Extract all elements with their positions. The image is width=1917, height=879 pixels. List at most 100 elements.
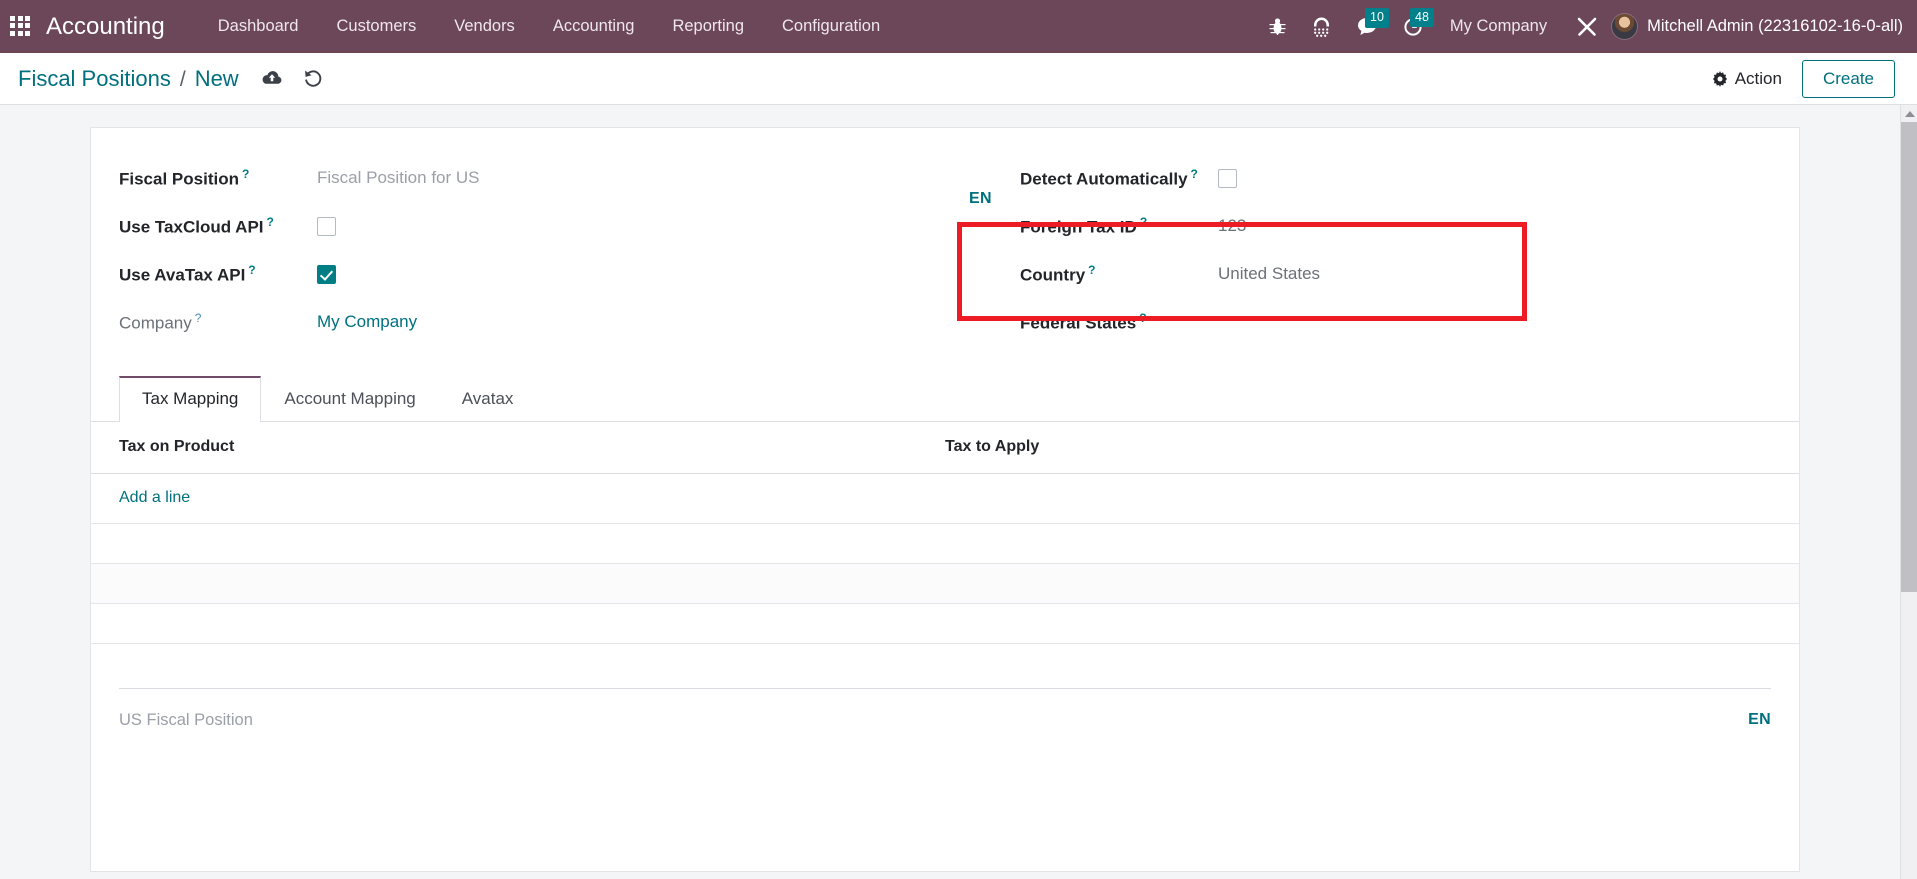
field-row-company: Company? My Company bbox=[119, 298, 945, 346]
form-column-left: Fiscal Position? Fiscal Position for US … bbox=[91, 154, 992, 346]
language-badge-fiscal-position[interactable]: EN bbox=[969, 190, 992, 208]
field-row-foreign-tax-id: Foreign Tax ID? 123 bbox=[1020, 202, 1799, 250]
form-column-right: Detect Automatically? Foreign Tax ID? 12… bbox=[945, 154, 1799, 346]
breadcrumb: Fiscal Positions / New bbox=[18, 66, 239, 92]
checkbox-detect-automatically[interactable] bbox=[1218, 168, 1237, 188]
top-navbar: Accounting Dashboard Customers Vendors A… bbox=[0, 0, 1917, 53]
help-tooltip-icon[interactable]: ? bbox=[1140, 215, 1147, 229]
label-detect-automatically: Detect Automatically? bbox=[1020, 167, 1218, 190]
label-text: Company bbox=[119, 313, 192, 333]
help-tooltip-icon[interactable]: ? bbox=[195, 311, 202, 325]
column-header-tax-to-apply: Tax to Apply bbox=[945, 422, 1799, 474]
action-label: Action bbox=[1734, 68, 1782, 88]
navbar-systray: 10 48 My Company Mitchell Admin (2231610… bbox=[1256, 7, 1903, 40]
avatar[interactable] bbox=[1611, 13, 1639, 40]
create-button[interactable]: Create bbox=[1801, 59, 1895, 98]
menu-item-customers[interactable]: Customers bbox=[317, 9, 435, 44]
breadcrumb-item-new: New bbox=[194, 65, 239, 91]
apps-grid-icon[interactable] bbox=[10, 15, 32, 38]
menu-item-accounting[interactable]: Accounting bbox=[534, 9, 654, 44]
breadcrumb-separator: / bbox=[179, 67, 186, 91]
menu-item-configuration[interactable]: Configuration bbox=[763, 9, 899, 44]
empty-cell bbox=[91, 523, 945, 564]
label-text: Use TaxCloud API bbox=[119, 217, 264, 237]
notebook-tabs: Tax Mapping Account Mapping Avatax bbox=[91, 376, 1799, 422]
add-line-row[interactable]: Add a line bbox=[91, 473, 1799, 524]
input-fiscal-position[interactable]: Fiscal Position for US bbox=[317, 168, 480, 188]
label-foreign-tax-id: Foreign Tax ID? bbox=[1020, 215, 1218, 238]
messages-icon[interactable]: 10 bbox=[1344, 8, 1391, 36]
control-panel-right: Action Create bbox=[1712, 59, 1895, 98]
empty-cell bbox=[91, 563, 945, 604]
input-country[interactable]: United States bbox=[1218, 264, 1320, 284]
app-brand-accounting[interactable]: Accounting bbox=[46, 13, 165, 41]
add-a-line-button[interactable]: Add a line bbox=[119, 489, 190, 506]
scroll-up-arrow-icon[interactable] bbox=[1901, 105, 1917, 122]
help-tooltip-icon[interactable]: ? bbox=[267, 215, 274, 229]
menu-item-reporting[interactable]: Reporting bbox=[653, 9, 763, 44]
record-actions bbox=[261, 69, 323, 88]
label-use-taxcloud-api: Use TaxCloud API? bbox=[119, 215, 317, 238]
form-columns: Fiscal Position? Fiscal Position for US … bbox=[91, 154, 1799, 346]
help-tooltip-icon[interactable]: ? bbox=[242, 167, 249, 181]
field-row-country: Country? United States bbox=[1020, 250, 1799, 298]
tab-avatax[interactable]: Avatax bbox=[439, 376, 537, 422]
help-tooltip-icon[interactable]: ? bbox=[1139, 311, 1146, 325]
menu-item-vendors[interactable]: Vendors bbox=[435, 9, 534, 44]
table-header-row: Tax on Product Tax to Apply bbox=[91, 422, 1799, 474]
checkbox-use-taxcloud-api[interactable] bbox=[317, 216, 336, 236]
activities-clock-icon[interactable]: 48 bbox=[1391, 7, 1436, 37]
action-menu-button[interactable]: Action bbox=[1712, 69, 1782, 89]
wrench-screwdriver-icon[interactable] bbox=[1563, 16, 1611, 38]
cloud-upload-save-icon[interactable] bbox=[261, 70, 283, 87]
menu-item-dashboard[interactable]: Dashboard bbox=[199, 9, 318, 44]
value-company[interactable]: My Company bbox=[317, 312, 417, 332]
company-switcher[interactable]: My Company bbox=[1436, 17, 1563, 36]
label-use-avatax-api: Use AvaTax API? bbox=[119, 263, 317, 286]
empty-cell bbox=[91, 603, 945, 644]
undo-discard-icon[interactable] bbox=[303, 69, 323, 88]
table-header: Tax on Product Tax to Apply bbox=[91, 422, 1799, 474]
user-menu[interactable]: Mitchell Admin (22316102-16-0-all) bbox=[1647, 17, 1903, 36]
table-row bbox=[91, 523, 1799, 564]
tab-account-mapping[interactable]: Account Mapping bbox=[261, 376, 438, 422]
control-panel: Fiscal Positions / New Action Create bbox=[0, 53, 1917, 105]
notebook: Tax Mapping Account Mapping Avatax Tax o… bbox=[91, 376, 1799, 644]
table-body: Add a line bbox=[91, 473, 1799, 644]
tab-tax-mapping[interactable]: Tax Mapping bbox=[119, 376, 262, 422]
help-tooltip-icon[interactable]: ? bbox=[1088, 263, 1095, 277]
language-badge-notes[interactable]: EN bbox=[1748, 711, 1771, 729]
label-text: Federal States bbox=[1020, 313, 1137, 333]
add-line-cell: Add a line bbox=[91, 473, 1799, 524]
bug-icon[interactable] bbox=[1256, 17, 1299, 36]
notes-placeholder[interactable]: US Fiscal Position bbox=[119, 711, 253, 730]
field-row-detect-automatically: Detect Automatically? bbox=[1020, 154, 1799, 202]
empty-cell bbox=[945, 563, 1799, 604]
checkbox-use-avatax-api[interactable] bbox=[317, 264, 336, 284]
table-row bbox=[91, 563, 1799, 604]
scrollbar-thumb[interactable] bbox=[1901, 122, 1917, 592]
dialpad-icon[interactable] bbox=[1299, 17, 1344, 37]
tax-mapping-table: Tax on Product Tax to Apply Add a line bbox=[91, 422, 1799, 644]
label-text: Use AvaTax API bbox=[119, 265, 246, 285]
label-text: Detect Automatically bbox=[1020, 169, 1188, 189]
help-tooltip-icon[interactable]: ? bbox=[248, 263, 255, 277]
vertical-scrollbar[interactable] bbox=[1900, 105, 1917, 879]
messages-count-badge: 10 bbox=[1365, 8, 1389, 28]
label-text: Fiscal Position bbox=[119, 169, 239, 189]
gear-icon bbox=[1712, 70, 1727, 87]
label-country: Country? bbox=[1020, 263, 1218, 286]
label-text: Foreign Tax ID bbox=[1020, 217, 1137, 237]
help-tooltip-icon[interactable]: ? bbox=[1191, 167, 1198, 181]
breadcrumb-item-fiscal-positions[interactable]: Fiscal Positions bbox=[18, 66, 171, 92]
input-foreign-tax-id[interactable]: 123 bbox=[1218, 216, 1246, 236]
field-row-use-avatax-api: Use AvaTax API? bbox=[119, 250, 945, 298]
form-view-area: Fiscal Position? Fiscal Position for US … bbox=[0, 105, 1917, 879]
notes-section: US Fiscal Position EN bbox=[119, 688, 1771, 730]
table-row bbox=[91, 603, 1799, 644]
activities-count-badge: 48 bbox=[1410, 7, 1434, 27]
field-row-federal-states: Federal States? bbox=[1020, 298, 1799, 346]
empty-cell bbox=[945, 523, 1799, 564]
label-fiscal-position: Fiscal Position? bbox=[119, 167, 317, 190]
field-row-fiscal-position: Fiscal Position? Fiscal Position for US bbox=[119, 154, 945, 202]
